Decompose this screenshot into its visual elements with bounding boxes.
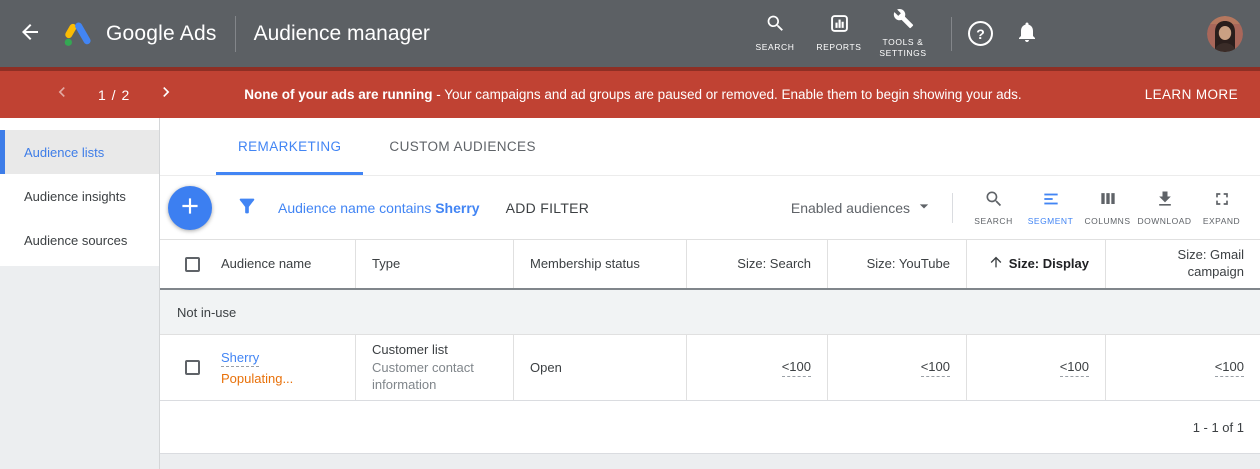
avatar[interactable] xyxy=(1207,16,1243,52)
cell-size-gmail: <100 xyxy=(1105,335,1260,400)
table-header: Audience name Type Membership status Siz… xyxy=(160,240,1260,290)
topbar-right: SEARCH REPORTS TOOLS & SETTINGS ? xyxy=(743,8,1260,59)
row-checkbox[interactable] xyxy=(185,360,200,375)
alert-banner: 1 / 2 None of your ads are running - You… xyxy=(0,67,1260,118)
add-audience-button[interactable] xyxy=(168,186,212,230)
plus-icon xyxy=(177,193,203,222)
sidebar-filler xyxy=(0,266,159,469)
bell-icon xyxy=(1015,20,1039,47)
tools-settings-nav-button[interactable]: TOOLS & SETTINGS xyxy=(871,8,935,59)
audience-view-dropdown[interactable]: Enabled audiences xyxy=(791,196,934,219)
tab-custom-audiences[interactable]: CUSTOM AUDIENCES xyxy=(365,118,559,175)
cell-size-display: <100 xyxy=(966,335,1105,400)
header-type[interactable]: Type xyxy=(355,240,513,288)
table-columns-button[interactable]: COLUMNS xyxy=(1079,189,1136,226)
cell-type: Customer list Customer contact informati… xyxy=(355,335,513,400)
pagination-label: 1 - 1 of 1 xyxy=(1193,420,1244,435)
table-download-button[interactable]: DOWNLOAD xyxy=(1136,189,1193,226)
page-background-filler xyxy=(160,454,1260,469)
sort-ascending-icon xyxy=(988,254,1009,275)
content-area: Audience lists Audience insights Audienc… xyxy=(0,118,1260,469)
table-row: Sherry Populating... Customer list Custo… xyxy=(160,335,1260,401)
columns-icon xyxy=(1098,189,1118,212)
page-title: Audience manager xyxy=(254,22,430,46)
sidebar-item-audience-sources[interactable]: Audience sources xyxy=(0,218,159,262)
sidebar: Audience lists Audience insights Audienc… xyxy=(0,118,160,469)
header-size-search[interactable]: Size: Search xyxy=(686,240,827,288)
tab-bar: REMARKETING CUSTOM AUDIENCES xyxy=(160,118,1260,176)
back-button[interactable] xyxy=(18,20,42,47)
table-search-button[interactable]: SEARCH xyxy=(965,189,1022,226)
cell-size-search: <100 xyxy=(686,335,827,400)
google-ads-app: Google Ads Audience manager SEARCH REPOR… xyxy=(0,0,1260,469)
select-all-checkbox[interactable] xyxy=(185,257,200,272)
search-icon xyxy=(765,13,786,37)
cell-size-youtube: <100 xyxy=(827,335,966,400)
header-size-display[interactable]: Size: Display xyxy=(966,240,1105,288)
help-button[interactable]: ? xyxy=(968,21,993,46)
segment-icon xyxy=(1041,189,1061,212)
header-size-gmail[interactable]: Size: Gmail campaign xyxy=(1105,240,1260,288)
audience-name-link[interactable]: Sherry xyxy=(221,350,259,367)
toolbar-divider xyxy=(952,193,953,223)
dropdown-arrow-icon xyxy=(910,196,934,219)
chevron-left-icon[interactable] xyxy=(52,82,72,107)
tab-remarketing[interactable]: REMARKETING xyxy=(214,118,365,175)
wrench-icon xyxy=(893,8,914,32)
sidebar-item-audience-insights[interactable]: Audience insights xyxy=(0,174,159,218)
populating-status: Populating... xyxy=(221,371,293,386)
expand-icon xyxy=(1212,189,1232,212)
product-name: Google Ads xyxy=(106,22,217,46)
help-icon: ? xyxy=(976,26,985,42)
search-nav-button[interactable]: SEARCH xyxy=(743,13,807,53)
sidebar-item-audience-lists[interactable]: Audience lists xyxy=(0,130,159,174)
main-panel: REMARKETING CUSTOM AUDIENCES xyxy=(160,118,1260,469)
learn-more-button[interactable]: LEARN MORE xyxy=(1139,86,1244,103)
topbar-divider xyxy=(235,16,236,52)
table-expand-button[interactable]: EXPAND xyxy=(1193,189,1250,226)
notifications-button[interactable] xyxy=(1015,20,1039,47)
reports-nav-button[interactable]: REPORTS xyxy=(807,13,871,53)
header-audience-name: Audience name xyxy=(160,240,355,288)
search-icon xyxy=(984,189,1004,212)
filter-button[interactable] xyxy=(236,195,258,220)
chevron-right-icon[interactable] xyxy=(156,82,176,107)
top-app-bar: Google Ads Audience manager SEARCH REPOR… xyxy=(0,0,1260,67)
active-filter-chip[interactable]: Audience name contains Sherry xyxy=(278,200,480,216)
table-toolbar: Audience name contains Sherry ADD FILTER… xyxy=(160,176,1260,240)
header-membership-status[interactable]: Membership status xyxy=(513,240,686,288)
topbar-left: Google Ads Audience manager xyxy=(0,16,430,52)
filter-funnel-icon xyxy=(236,195,258,220)
sidebar-nav: Audience lists Audience insights Audienc… xyxy=(0,118,159,266)
reports-icon xyxy=(829,13,850,37)
topbar-divider xyxy=(951,17,952,51)
table-footer: 1 - 1 of 1 xyxy=(160,401,1260,454)
banner-pagination: 1 / 2 xyxy=(52,82,176,107)
cell-membership-status: Open xyxy=(513,335,686,400)
cell-audience-name: Sherry Populating... xyxy=(160,335,355,400)
table-group-row: Not in-use xyxy=(160,290,1260,335)
add-filter-button[interactable]: ADD FILTER xyxy=(500,199,596,217)
download-icon xyxy=(1155,189,1175,212)
banner-page-count: 1 / 2 xyxy=(98,87,130,103)
google-ads-logo-icon xyxy=(62,18,94,50)
header-size-youtube[interactable]: Size: YouTube xyxy=(827,240,966,288)
banner-message: None of your ads are running - Your camp… xyxy=(244,87,1118,102)
table-segment-button[interactable]: SEGMENT xyxy=(1022,189,1079,226)
arrow-back-icon xyxy=(18,20,42,47)
